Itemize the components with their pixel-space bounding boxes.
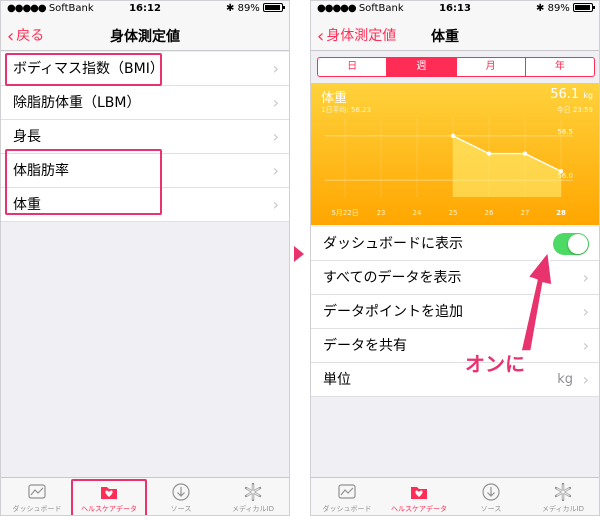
unit-value: kg: [557, 372, 573, 387]
battery-icon: [573, 3, 595, 12]
phone-screen-measurements: ●●●●● SoftBank 16:12 ✱ 89% ‹ 戻る 身体測定値 ボディ…: [0, 0, 290, 516]
latest-value: 56.1 kg: [550, 87, 593, 102]
chart-y-tick-label: 56.5: [557, 128, 573, 136]
tab-label: ダッシュボード: [322, 505, 372, 513]
chart-x-tick-label: 5月22日: [331, 209, 358, 217]
navigation-bar: ‹ 戻る 身体測定値: [1, 17, 289, 51]
tab-dashboard[interactable]: ダッシュボード: [1, 478, 73, 515]
segment-month[interactable]: 月: [457, 58, 526, 76]
back-button[interactable]: ‹ 身体測定値: [317, 25, 397, 47]
tab-sources[interactable]: ソース: [145, 478, 217, 515]
period-segmented-control: 日 週 月 年: [317, 57, 595, 77]
chevron-right-icon: ›: [582, 370, 589, 389]
tab-label: メディカルID: [232, 505, 274, 513]
battery-percent: 89%: [237, 3, 260, 14]
chart-x-tick-label: 26: [485, 209, 494, 217]
list-item-label: 除脂肪体重（LBM）: [13, 95, 141, 111]
battery-indicator: ✱ 89%: [226, 3, 285, 14]
tab-label: ダッシュボード: [12, 505, 62, 513]
tab-label: メディカルID: [542, 505, 584, 513]
list-item-label: 身長: [13, 129, 41, 145]
list-item-label: ダッシュボードに表示: [323, 236, 463, 252]
chart-subtitle: 1日平均: 56.23: [321, 106, 372, 114]
chevron-right-icon: ›: [582, 336, 589, 355]
tab-medical-id[interactable]: メディカルID: [527, 478, 599, 515]
tab-medical-id[interactable]: メディカルID: [217, 478, 289, 515]
annotation-callout: オンに: [465, 352, 525, 376]
segment-week[interactable]: 週: [387, 58, 457, 76]
list-item-lbm[interactable]: 除脂肪体重（LBM） ›: [1, 86, 289, 120]
chart-data-point: [450, 133, 456, 139]
battery-percent: 89%: [547, 3, 570, 14]
list-item-share-data[interactable]: データを共有 ›: [311, 329, 599, 363]
chevron-right-icon: ›: [582, 302, 589, 321]
page-title: 体重: [431, 29, 459, 45]
chevron-right-icon: ›: [272, 195, 279, 214]
weight-chart-card[interactable]: 56.5 56.0 5月22日 23 24 25 26 27 28 体重 1日平均: 56.23…: [311, 83, 599, 225]
chart-area-fill: [453, 135, 561, 197]
chart-x-tick-label: 28: [556, 209, 566, 217]
chevron-right-icon: ›: [272, 161, 279, 180]
back-label: 身体測定値: [326, 28, 397, 44]
tab-dashboard[interactable]: ダッシュボード: [311, 478, 383, 515]
chart-data-point: [522, 151, 528, 156]
healthcare-data-icon: [411, 487, 427, 499]
chart-x-tick-label: 23: [377, 209, 386, 217]
list-item-label: 単位: [323, 372, 351, 388]
list-item-label: データを共有: [323, 338, 407, 354]
tab-label: ソース: [170, 505, 192, 513]
dashboard-icon: [338, 484, 356, 499]
medical-id-icon: [554, 482, 572, 502]
chevron-right-icon: ›: [272, 127, 279, 146]
tab-healthcare-data[interactable]: ヘルスケアデータ: [383, 478, 455, 515]
tab-label: ヘルスケアデータ: [391, 505, 447, 513]
chevron-left-icon: ‹: [317, 26, 325, 47]
chart-x-tick-label: 27: [521, 209, 530, 217]
tab-bar: ダッシュボード ヘルスケアデータ ソース メディカルID: [311, 477, 599, 515]
status-bar: ●●●●● SoftBank 16:12 ✱ 89%: [1, 1, 289, 17]
battery-icon: [263, 3, 285, 12]
chart-title: 体重: [321, 91, 348, 106]
list-item-show-on-dashboard: ダッシュボードに表示: [311, 227, 599, 261]
status-bar: ●●●●● SoftBank 16:13 ✱ 89%: [311, 1, 599, 17]
segment-year[interactable]: 年: [526, 58, 594, 76]
tab-sources[interactable]: ソース: [455, 478, 527, 515]
chart-x-tick-label: 24: [413, 209, 422, 217]
sources-download-icon: [172, 483, 190, 501]
list-item-label: データポイントを追加: [323, 304, 463, 320]
highlight-box-body-fat-weight: [5, 149, 162, 215]
page-title: 身体測定値: [110, 29, 180, 45]
dashboard-icon: [28, 484, 46, 499]
chart-x-tick-label: 25: [449, 209, 458, 217]
dashboard-toggle[interactable]: [553, 233, 589, 255]
list-item-label: すべてのデータを表示: [323, 270, 462, 286]
list-item-show-all-data[interactable]: すべてのデータを表示 ›: [311, 261, 599, 295]
latest-timestamp: 今日 23:59: [556, 106, 593, 114]
latest-value-unit: kg: [583, 91, 593, 100]
bluetooth-icon: ✱: [226, 3, 235, 14]
next-step-arrow-icon: [294, 246, 304, 262]
weight-options-list: ダッシュボードに表示 すべてのデータを表示 › データポイントを追加 › データを共…: [311, 227, 599, 397]
highlight-box-bmi: [5, 53, 162, 86]
latest-value-number: 56.1: [550, 87, 580, 102]
chart-data-point: [558, 169, 564, 174]
battery-indicator: ✱ 89%: [536, 3, 595, 14]
sources-download-icon: [482, 483, 500, 501]
medical-id-icon: [244, 482, 262, 502]
toggle-knob: [568, 234, 588, 254]
highlight-box-healthcare-tab: [71, 479, 147, 515]
bluetooth-icon: ✱: [536, 3, 545, 14]
phone-screen-weight: ●●●●● SoftBank 16:13 ✱ 89% ‹ 身体測定値 体重 日 週…: [310, 0, 600, 516]
list-item-add-data-point[interactable]: データポイントを追加 ›: [311, 295, 599, 329]
chevron-right-icon: ›: [272, 93, 279, 112]
list-item-unit[interactable]: 単位 kg ›: [311, 363, 599, 397]
tutorial-canvas: ●●●●● SoftBank 16:12 ✱ 89% ‹ 戻る 身体測定値 ボディ…: [0, 0, 600, 516]
tab-label: ソース: [480, 505, 502, 513]
segment-day[interactable]: 日: [318, 58, 388, 76]
chart-data-point: [486, 151, 492, 156]
chevron-right-icon: ›: [272, 59, 279, 78]
chevron-right-icon: ›: [582, 268, 589, 287]
navigation-bar: ‹ 身体測定値 体重: [311, 17, 599, 51]
